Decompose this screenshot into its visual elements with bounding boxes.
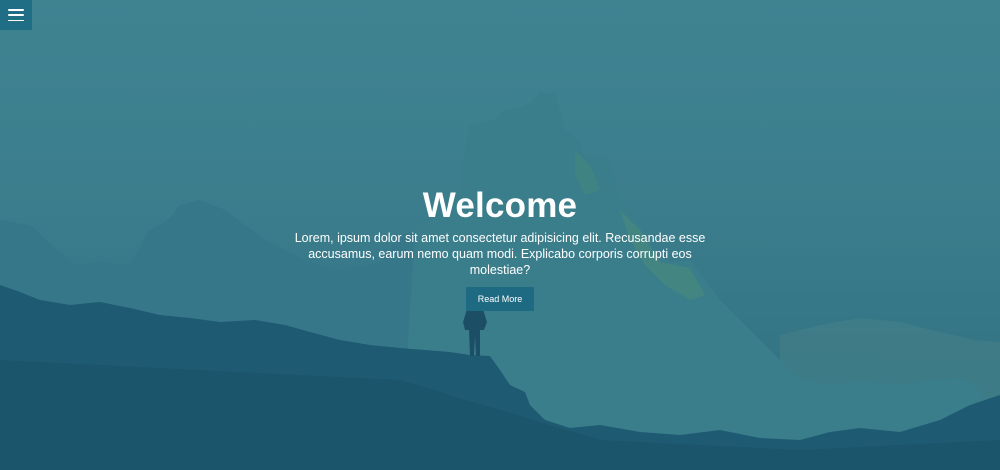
read-more-button[interactable]: Read More	[465, 287, 535, 311]
hero-title: Welcome	[422, 186, 578, 225]
hero-description: Lorem, ipsum dolor sit amet consectetur …	[294, 231, 706, 277]
hero-section: Welcome Lorem, ipsum dolor sit amet cons…	[0, 0, 1000, 470]
hamburger-menu-button[interactable]	[0, 0, 32, 30]
hamburger-menu-icon	[8, 9, 24, 21]
hero-content: Welcome Lorem, ipsum dolor sit amet cons…	[0, 186, 1000, 311]
